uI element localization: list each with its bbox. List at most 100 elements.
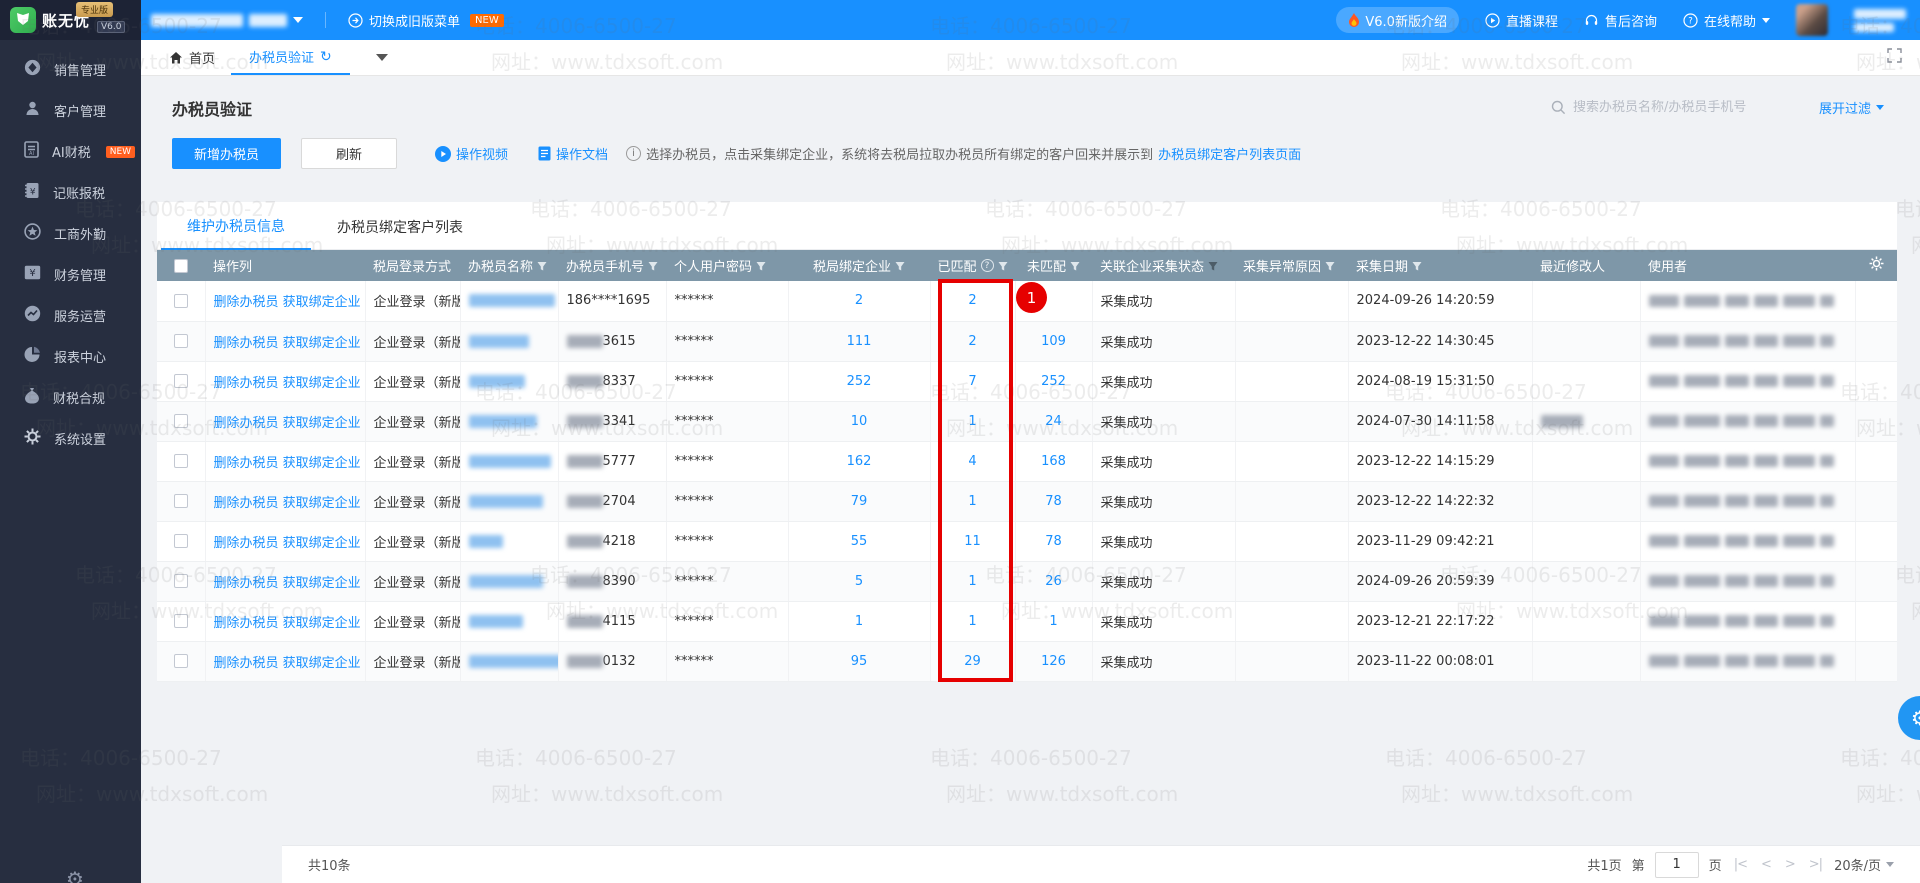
bound-companies-count[interactable]: 1: [855, 614, 863, 629]
filter-icon[interactable]: [1325, 261, 1335, 271]
matched-count[interactable]: 2: [968, 334, 976, 349]
matched-count[interactable]: 29: [964, 654, 981, 669]
row-checkbox[interactable]: [174, 374, 188, 388]
page-number-input[interactable]: [1655, 852, 1699, 878]
delete-clerk-link[interactable]: 删除办税员: [214, 576, 279, 591]
clerk-name-blurred[interactable]: [469, 294, 555, 307]
clerk-name-blurred[interactable]: [469, 415, 537, 428]
fetch-bound-companies-link[interactable]: 获取绑定企业: [283, 456, 361, 471]
live-course-button[interactable]: 直播课程: [1485, 11, 1558, 30]
filter-icon[interactable]: [1412, 261, 1422, 271]
sidebar-item-ai[interactable]: AIAI财税NEW: [0, 131, 141, 172]
row-checkbox[interactable]: [174, 534, 188, 548]
first-page-button[interactable]: |<: [1732, 857, 1749, 872]
bound-companies-count[interactable]: 10: [851, 414, 868, 429]
clerk-name-blurred[interactable]: [469, 615, 523, 628]
unmatched-count[interactable]: 78: [1045, 494, 1062, 509]
delete-clerk-link[interactable]: 删除办税员: [214, 416, 279, 431]
sidebar-item-bookkeeping[interactable]: ¥记账报税: [0, 172, 141, 213]
online-help-button[interactable]: ? 在线帮助: [1683, 11, 1770, 30]
matched-count[interactable]: 1: [968, 494, 976, 509]
sidebar-item-report[interactable]: 报表中心: [0, 336, 141, 377]
matched-count[interactable]: 7: [968, 374, 976, 389]
matched-count[interactable]: 11: [964, 534, 981, 549]
filter-icon[interactable]: [756, 261, 766, 271]
row-checkbox[interactable]: [174, 614, 188, 628]
unmatched-count[interactable]: 78: [1045, 534, 1062, 549]
avatar[interactable]: [1796, 4, 1828, 36]
switch-old-menu-button[interactable]: 切换成旧版菜单 NEW: [348, 11, 504, 30]
filter-icon[interactable]: [895, 261, 905, 271]
fetch-bound-companies-link[interactable]: 获取绑定企业: [283, 656, 361, 671]
filter-icon[interactable]: [1208, 261, 1218, 271]
page-size-select[interactable]: 20条/页: [1834, 855, 1894, 874]
filter-icon[interactable]: [998, 261, 1008, 271]
sidebar-item-sales[interactable]: 销售管理: [0, 49, 141, 90]
delete-clerk-link[interactable]: 删除办税员: [214, 376, 279, 391]
matched-count[interactable]: 1: [968, 414, 976, 429]
select-all-checkbox[interactable]: [174, 259, 188, 273]
operation-video-link[interactable]: 操作视频: [435, 144, 508, 163]
tab-active[interactable]: 办税员验证 ↻: [231, 40, 350, 75]
matched-count[interactable]: 1: [968, 574, 976, 589]
delete-clerk-link[interactable]: 删除办税员: [214, 336, 279, 351]
company-switcher[interactable]: [151, 14, 303, 27]
fullscreen-icon[interactable]: [1887, 48, 1902, 67]
unmatched-count[interactable]: 1: [1049, 614, 1057, 629]
bound-companies-count[interactable]: 55: [851, 534, 868, 549]
clerk-name-blurred[interactable]: [469, 335, 529, 348]
bound-companies-count[interactable]: 111: [847, 334, 872, 349]
clerk-name-blurred[interactable]: [469, 375, 525, 388]
tab-bound-customer-list[interactable]: 办税员绑定客户列表: [311, 217, 489, 249]
after-sales-button[interactable]: 售后咨询: [1584, 11, 1657, 30]
fetch-bound-companies-link[interactable]: 获取绑定企业: [283, 376, 361, 391]
sidebar-item-settings[interactable]: 系统设置: [0, 418, 141, 459]
clerk-name-blurred[interactable]: [469, 495, 543, 508]
bound-companies-count[interactable]: 5: [855, 574, 863, 589]
fetch-bound-companies-link[interactable]: 获取绑定企业: [283, 416, 361, 431]
matched-count[interactable]: 1: [968, 614, 976, 629]
delete-clerk-link[interactable]: 删除办税员: [214, 536, 279, 551]
row-checkbox[interactable]: [174, 294, 188, 308]
help-icon[interactable]: ?: [981, 259, 994, 272]
sidebar-item-field[interactable]: 工商外勤: [0, 213, 141, 254]
clerk-name-blurred[interactable]: [469, 535, 503, 548]
row-checkbox[interactable]: [174, 454, 188, 468]
bound-companies-count[interactable]: 162: [847, 454, 872, 469]
delete-clerk-link[interactable]: 删除办税员: [214, 656, 279, 671]
row-checkbox[interactable]: [174, 334, 188, 348]
sidebar-item-finance[interactable]: ¥财务管理: [0, 254, 141, 295]
bound-companies-count[interactable]: 2: [855, 293, 863, 308]
unmatched-count[interactable]: 168: [1041, 454, 1066, 469]
tab-list-dropdown-icon[interactable]: [376, 54, 388, 61]
bound-companies-count[interactable]: 252: [847, 374, 872, 389]
filter-icon[interactable]: [537, 261, 547, 271]
unmatched-count[interactable]: 126: [1041, 654, 1066, 669]
user-name-blurred[interactable]: [1854, 9, 1906, 32]
bound-customer-list-link[interactable]: 办税员绑定客户列表页面: [1158, 144, 1301, 163]
filter-icon[interactable]: [1070, 261, 1080, 271]
clerk-name-blurred[interactable]: [469, 575, 543, 588]
delete-clerk-link[interactable]: 删除办税员: [214, 616, 279, 631]
last-page-button[interactable]: >|: [1807, 857, 1824, 872]
tab-home[interactable]: 首页: [153, 40, 231, 75]
filter-icon[interactable]: [648, 261, 658, 271]
fetch-bound-companies-link[interactable]: 获取绑定企业: [283, 295, 361, 310]
fetch-bound-companies-link[interactable]: 获取绑定企业: [283, 576, 361, 591]
fetch-bound-companies-link[interactable]: 获取绑定企业: [283, 496, 361, 511]
matched-count[interactable]: 4: [968, 454, 976, 469]
clerk-name-blurred[interactable]: [469, 455, 551, 468]
bound-companies-count[interactable]: 79: [851, 494, 868, 509]
row-checkbox[interactable]: [174, 654, 188, 668]
sidebar-collapse-gear-icon[interactable]: ⚙: [66, 867, 84, 883]
delete-clerk-link[interactable]: 删除办税员: [214, 295, 279, 310]
unmatched-count[interactable]: 252: [1041, 374, 1066, 389]
unmatched-count[interactable]: 24: [1045, 414, 1062, 429]
expand-filter-link[interactable]: 展开过滤: [1819, 98, 1884, 117]
unmatched-count[interactable]: 26: [1045, 574, 1062, 589]
search-input[interactable]: [1573, 100, 1783, 115]
row-checkbox[interactable]: [174, 494, 188, 508]
bound-companies-count[interactable]: 95: [851, 654, 868, 669]
add-tax-clerk-button[interactable]: 新增办税员: [172, 138, 281, 169]
v6-intro-button[interactable]: V6.0新版介绍: [1336, 7, 1459, 33]
